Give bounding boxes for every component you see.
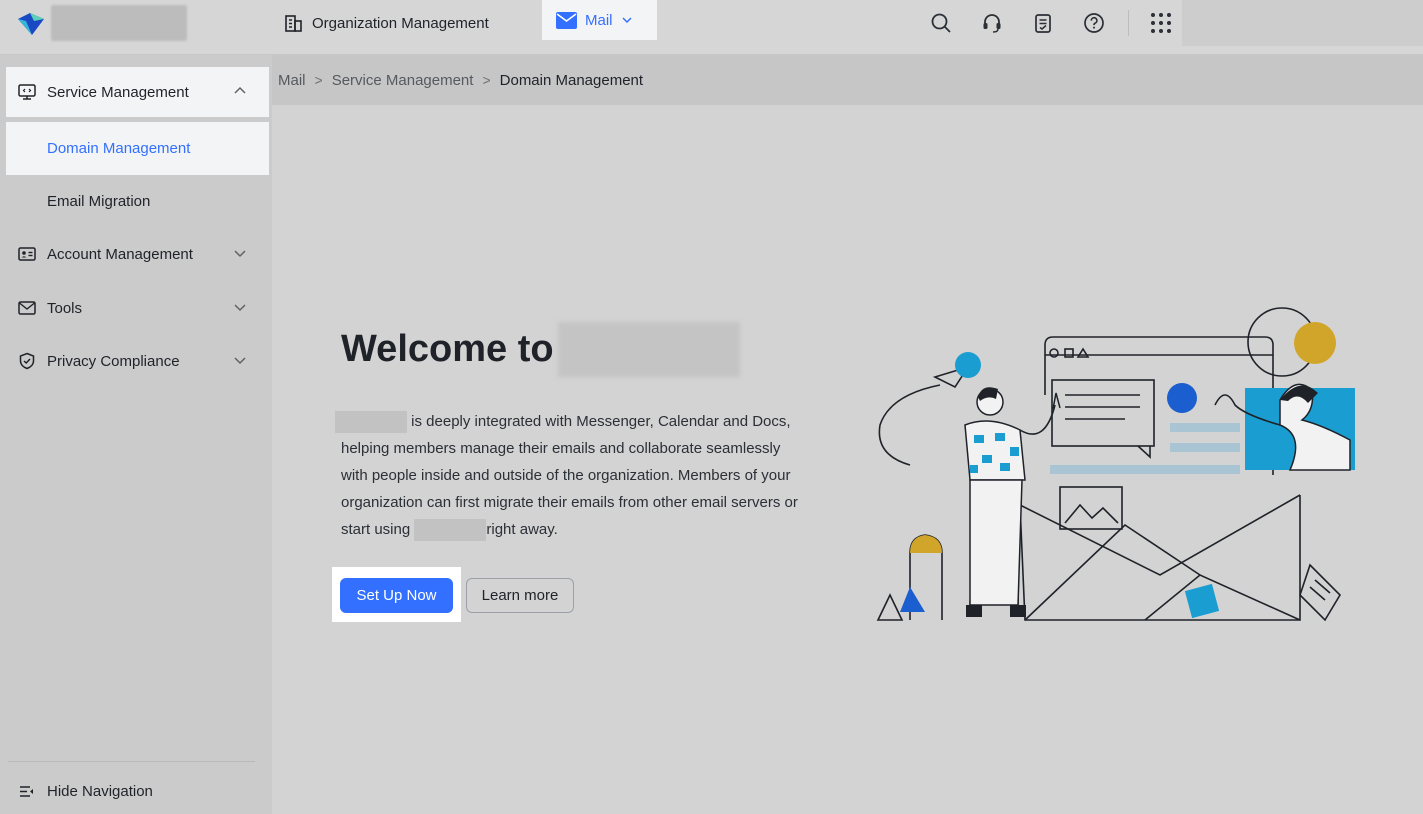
shield-check-icon (18, 352, 36, 370)
help-icon[interactable] (1081, 10, 1107, 36)
brand-name-redacted (51, 5, 187, 41)
chevron-down-icon (234, 357, 246, 365)
chevron-up-icon (234, 86, 246, 94)
breadcrumb-separator: > (314, 72, 323, 88)
sidebar-item-label: Privacy Compliance (47, 352, 180, 370)
sidebar-item-service-management[interactable]: Service Management (6, 67, 269, 117)
sidebar-item-label: Tools (47, 299, 83, 317)
user-profile-redacted[interactable] (1182, 0, 1423, 46)
apps-grid-icon[interactable] (1148, 10, 1174, 36)
app-logo (18, 13, 44, 35)
mail-icon (556, 11, 577, 29)
sidebar-item-label: Domain Management (47, 140, 191, 157)
sidebar-divider (8, 761, 255, 762)
page-title: Welcome to (341, 328, 554, 370)
hide-navigation-label: Hide Navigation (47, 783, 153, 800)
sidebar-item-domain-management[interactable]: Domain Management (6, 122, 269, 175)
headset-icon[interactable] (979, 10, 1005, 36)
building-icon (285, 14, 302, 32)
breadcrumb-item-domain-management: Domain Management (499, 71, 644, 89)
welcome-description: is deeply integrated with Messenger, Cal… (335, 408, 811, 543)
breadcrumb-item-service-management[interactable]: Service Management (332, 72, 474, 89)
description-text-end: right away. (486, 521, 558, 538)
chevron-down-icon (234, 250, 246, 258)
sidebar: Service Management Domain Management Ema… (0, 55, 272, 814)
breadcrumb-item-mail[interactable]: Mail (278, 72, 306, 89)
collapse-sidebar-icon (20, 786, 33, 797)
chevron-down-icon (621, 17, 632, 24)
hide-navigation-button[interactable]: Hide Navigation (18, 783, 153, 800)
setup-button-highlight: Set Up Now (332, 567, 461, 622)
product-name-redacted (335, 411, 407, 434)
chevron-down-icon (234, 304, 246, 312)
clipboard-icon[interactable] (1030, 10, 1056, 36)
sidebar-item-privacy-compliance[interactable]: Privacy Compliance (6, 336, 269, 386)
welcome-heading: Welcome to (341, 322, 740, 377)
monitor-code-icon (18, 83, 36, 101)
nav-organization-management-label: Organization Management (312, 14, 489, 32)
mail-collaboration-illustration (876, 307, 1355, 622)
search-icon[interactable] (928, 10, 954, 36)
nav-organization-management[interactable]: Organization Management (284, 12, 489, 34)
sidebar-item-account-management[interactable]: Account Management (6, 229, 269, 279)
sidebar-item-email-migration[interactable]: Email Migration (6, 176, 269, 226)
learn-more-button[interactable]: Learn more (466, 578, 574, 613)
mail-outline-icon (18, 299, 36, 317)
sidebar-item-label: Email Migration (47, 192, 151, 210)
toolbar-divider (1128, 10, 1129, 36)
product-name-redacted (557, 322, 740, 377)
description-text: is deeply integrated with Messenger, Cal… (341, 413, 798, 538)
sidebar-item-label: Service Management (47, 83, 189, 101)
id-card-icon (18, 245, 36, 263)
sidebar-item-label: Account Management (47, 245, 193, 263)
nav-mail-label: Mail (585, 11, 613, 29)
sidebar-item-tools[interactable]: Tools (6, 283, 269, 333)
product-name-redacted (414, 519, 487, 542)
top-toolbar (928, 10, 1107, 36)
nav-mail[interactable]: Mail (542, 0, 657, 40)
breadcrumb: Mail > Service Management > Domain Manag… (272, 55, 1423, 105)
set-up-now-button[interactable]: Set Up Now (340, 578, 453, 613)
breadcrumb-separator: > (482, 72, 491, 88)
top-bar: Organization Management Mail (0, 0, 1423, 55)
